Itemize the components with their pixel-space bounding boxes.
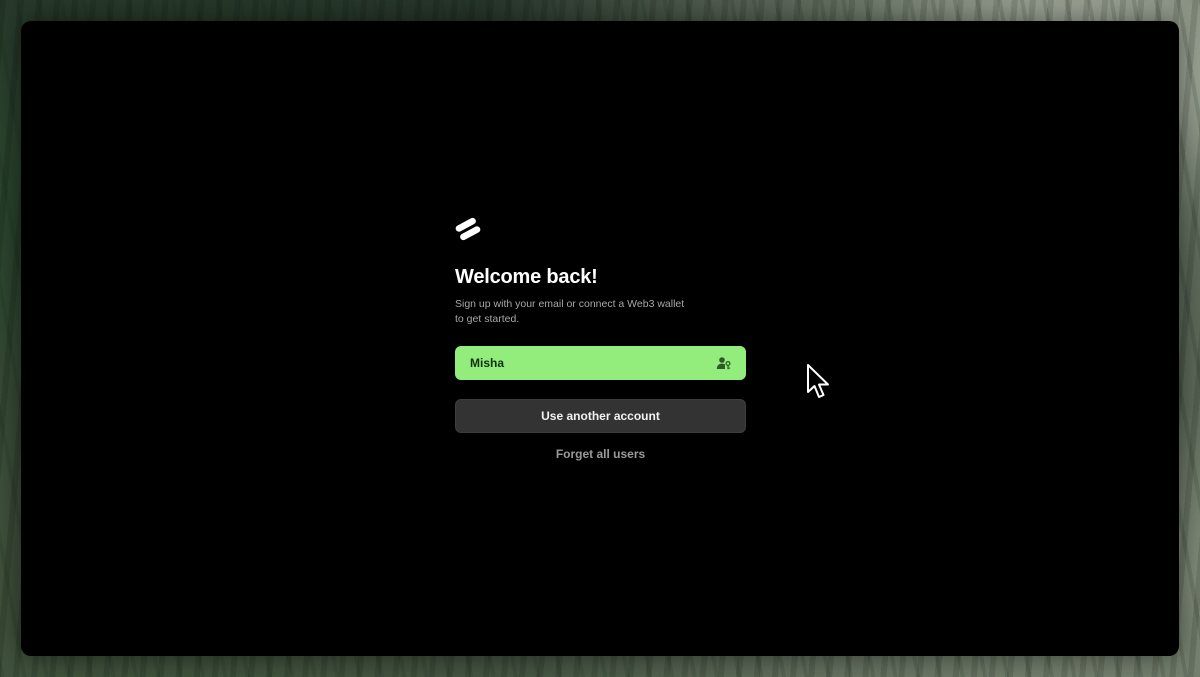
stripes-logo-icon	[455, 217, 481, 241]
use-another-account-label: Use another account	[541, 409, 660, 423]
page-title: Welcome back!	[455, 266, 598, 288]
saved-account-button[interactable]: Misha	[455, 346, 746, 380]
forget-all-users-link[interactable]: Forget all users	[455, 447, 746, 461]
use-another-account-button[interactable]: Use another account	[455, 399, 746, 433]
saved-account-name: Misha	[470, 356, 505, 370]
mouse-pointer-icon	[807, 364, 829, 398]
login-panel: Welcome back! Sign up with your email or…	[455, 215, 746, 461]
page-subtitle: Sign up with your email or connect a Web…	[455, 298, 685, 325]
app-window: Welcome back! Sign up with your email or…	[21, 21, 1179, 656]
user-key-icon	[716, 357, 731, 370]
